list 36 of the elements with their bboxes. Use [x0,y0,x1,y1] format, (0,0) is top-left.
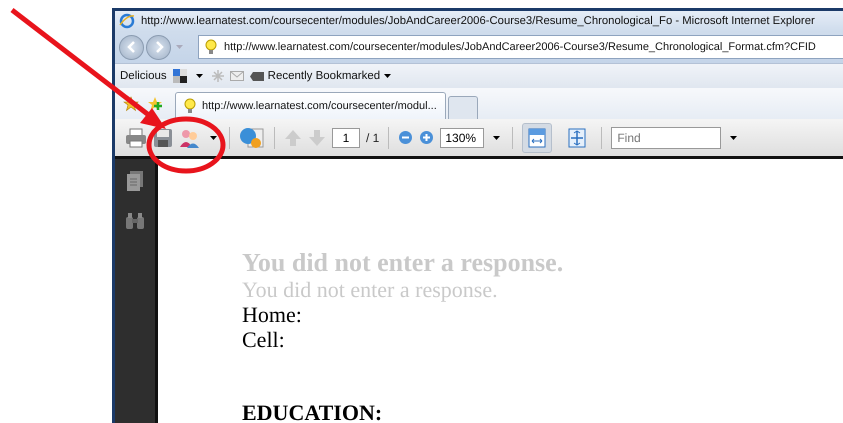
field-label: Cell: [242,327,285,352]
caret-icon [384,74,392,78]
page-number-field[interactable]: 1 [332,128,360,148]
window-title: http://www.learnatest.com/coursecenter/modules/JobAndCareer2006-Course3/Resume_Chronological_Fo - Microsoft Internet Explorer [141,15,815,27]
zoom-in-icon[interactable] [419,130,434,145]
browser-tab[interactable]: http://www.learnatest.com/coursecenter/modul... [175,92,446,119]
lightbulb-icon [205,39,217,55]
address-field[interactable]: http://www.learnatest.com/coursecenter/modules/JobAndCareer2006-Course3/Resume_Chronological_Format.cfm?CFID [198,35,843,59]
star-icon[interactable] [123,96,139,112]
tag-icon [250,72,264,80]
zoom-field[interactable]: 130% [440,128,484,148]
lightbulb-icon [184,98,196,114]
caret-icon[interactable] [493,136,500,140]
caret-icon[interactable] [730,136,738,140]
fit-width-button[interactable] [522,122,552,152]
fit-width-icon [528,128,546,148]
find-field[interactable]: Find [611,126,722,148]
people-icon[interactable] [179,128,201,148]
browser-logo-icon [119,13,135,29]
delicious-link[interactable]: Delicious [120,70,167,82]
binoculars-icon[interactable] [125,213,145,229]
zoom-out-icon[interactable] [398,130,414,145]
field-label: Home: [242,302,302,327]
back-button[interactable] [119,34,144,60]
tagging-icon[interactable] [172,69,187,83]
page-count: / 1 [366,130,380,144]
section-heading: EDUCATION: [242,400,382,423]
globe-icon[interactable] [239,126,265,150]
forward-button[interactable] [146,34,171,60]
print-icon[interactable] [125,128,147,148]
bookmarks-menu[interactable]: Recently Bookmarked [250,70,392,82]
caret-icon[interactable] [196,74,203,78]
fit-page-icon [568,128,586,148]
pages-icon[interactable] [127,171,143,191]
caret-icon[interactable] [210,136,217,140]
save-icon[interactable] [153,128,173,148]
